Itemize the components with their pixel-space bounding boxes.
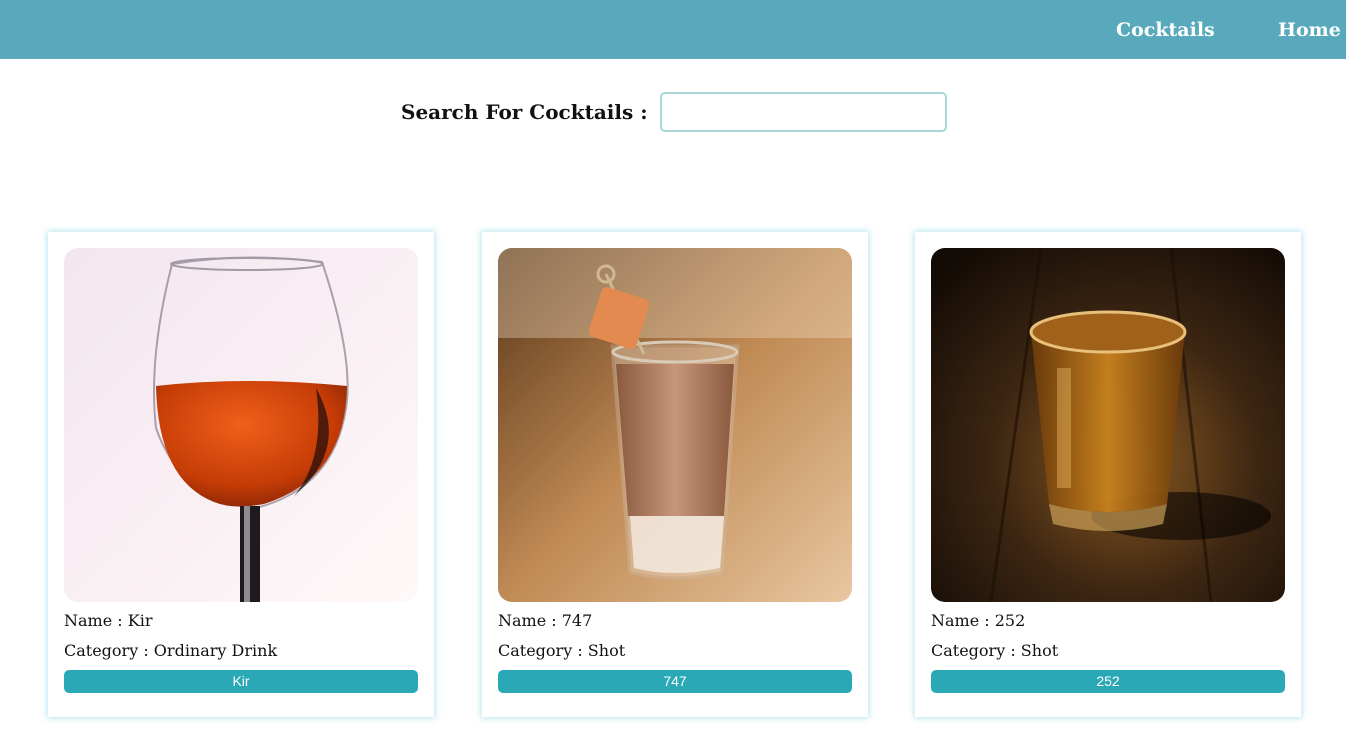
nav-link-cocktails[interactable]: Cocktails (1116, 17, 1215, 43)
cocktail-card: Name : 747 Category : Shot 747 (482, 232, 868, 717)
top-navbar: Cocktails Home (0, 0, 1346, 59)
search-input[interactable] (660, 92, 947, 132)
cocktail-name: Name : 747 (498, 611, 593, 630)
nav-link-home[interactable]: Home (1278, 17, 1341, 43)
cocktail-card: Name : 252 Category : Shot 252 (915, 232, 1301, 717)
cocktail-details-button[interactable]: 252 (931, 670, 1285, 693)
cocktail-image-wine-glass (64, 248, 418, 602)
cocktail-category: Category : Shot (931, 641, 1059, 660)
cocktail-category: Category : Ordinary Drink (64, 641, 278, 660)
search-label: Search For Cocktails : (401, 100, 648, 124)
cocktail-details-button[interactable]: 747 (498, 670, 852, 693)
cocktail-name: Name : 252 (931, 611, 1026, 630)
cocktail-details-button[interactable]: Kir (64, 670, 418, 693)
cocktail-image-shot-glass (498, 248, 852, 602)
cocktail-card: Name : Kir Category : Ordinary Drink Kir (48, 232, 434, 717)
cocktail-category: Category : Shot (498, 641, 626, 660)
cocktail-name: Name : Kir (64, 611, 153, 630)
cocktail-image-shot-glass (931, 248, 1285, 602)
